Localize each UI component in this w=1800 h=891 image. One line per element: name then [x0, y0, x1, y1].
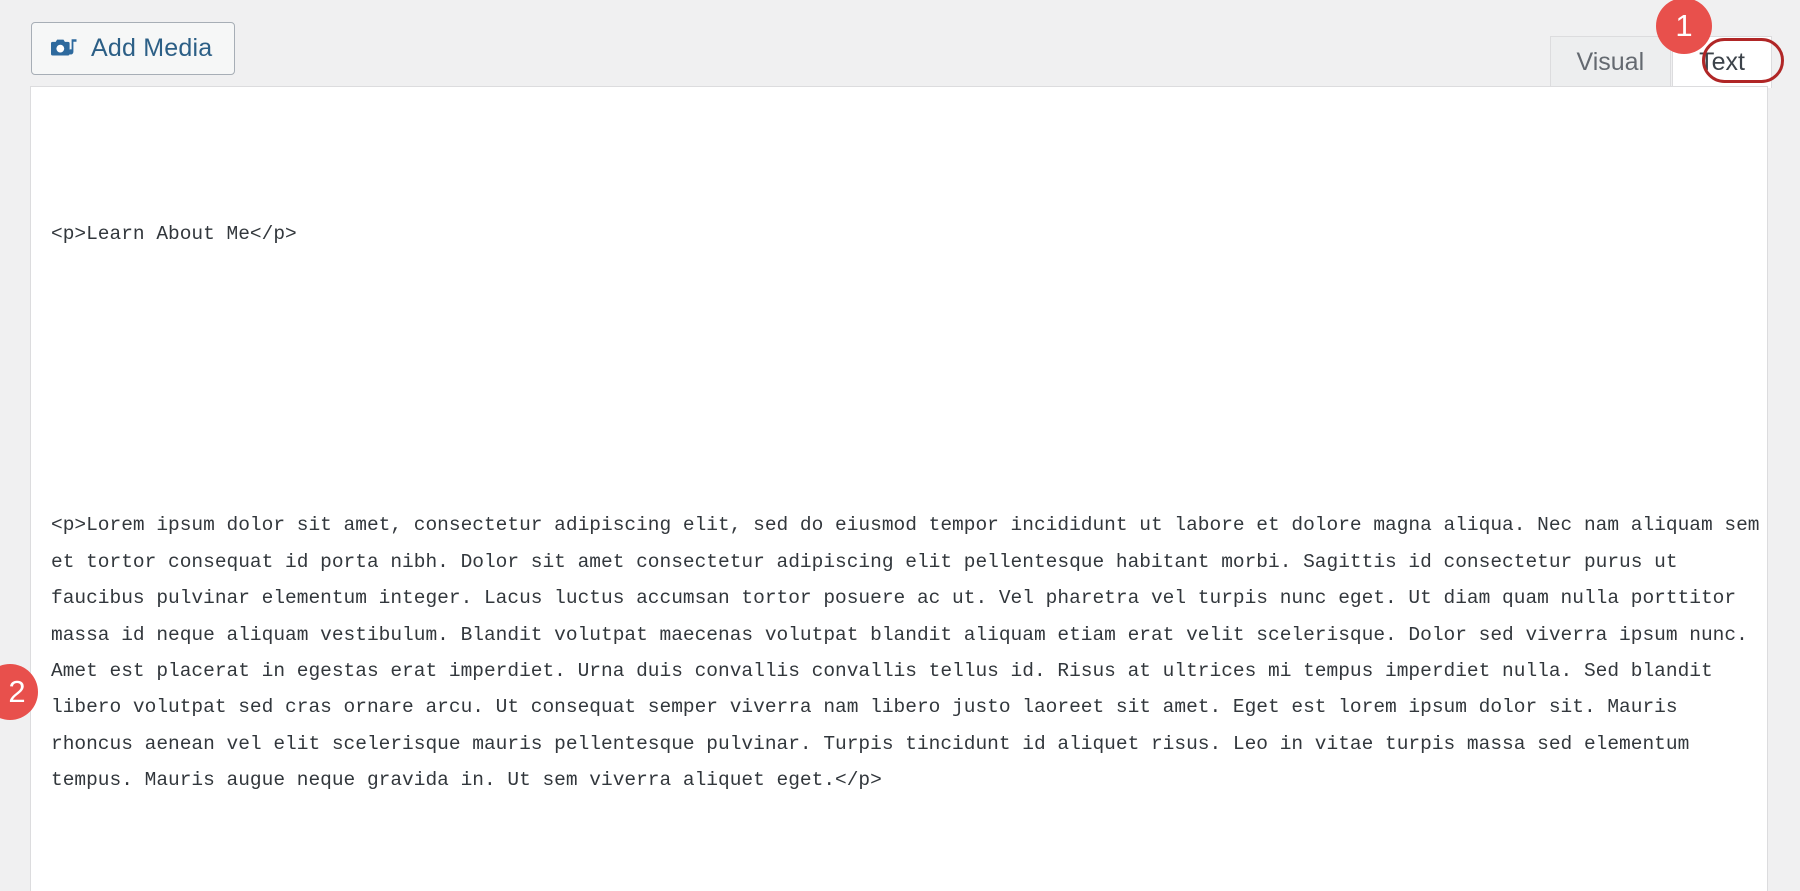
- editor-toolbar: Add Media Visual Text: [0, 0, 1800, 88]
- annotation-badge-1: 1: [1656, 0, 1712, 54]
- wordpress-classic-editor: Add Media Visual Text <p>Learn About Me<…: [0, 0, 1800, 891]
- code-line-learn-about-me: <p>Learn About Me</p>: [51, 223, 297, 246]
- add-media-label: Add Media: [91, 34, 213, 62]
- code-line-lorem-paragraph: <p>Lorem ipsum dolor sit amet, consectet…: [51, 514, 1760, 792]
- tab-text-label: Text: [1699, 48, 1745, 76]
- tab-visual[interactable]: Visual: [1549, 36, 1672, 88]
- camera-music-icon: [50, 36, 78, 62]
- editor-mode-tabs: Visual Text: [1549, 36, 1772, 88]
- add-media-button[interactable]: Add Media: [31, 22, 236, 75]
- tab-visual-label: Visual: [1576, 48, 1645, 76]
- post-content-textarea[interactable]: <p>Learn About Me</p> <p>Lorem ipsum dol…: [30, 86, 1768, 891]
- post-content-source: <p>Learn About Me</p> <p>Lorem ipsum dol…: [51, 87, 1761, 891]
